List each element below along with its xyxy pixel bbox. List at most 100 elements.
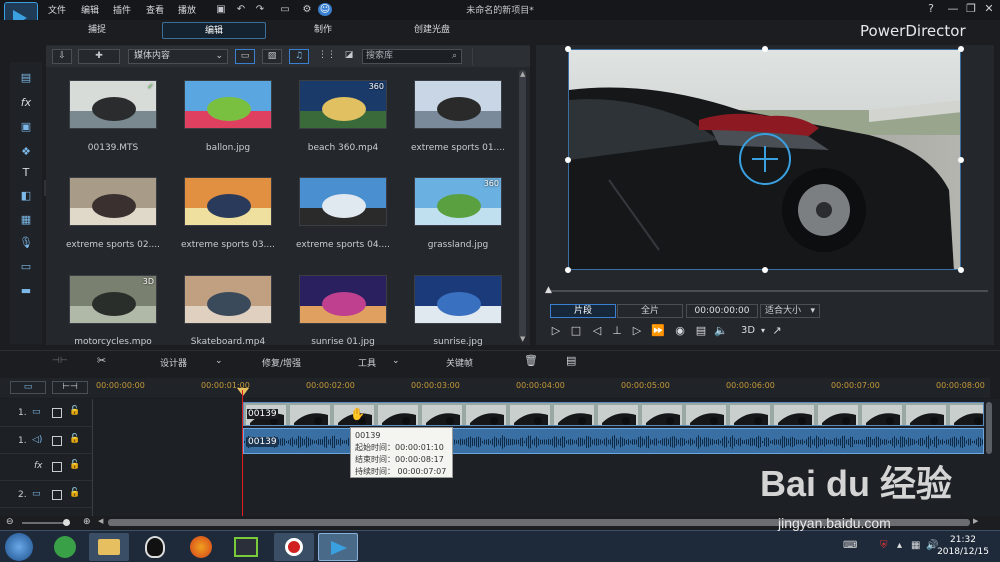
menu-view[interactable]: 查看: [146, 3, 164, 16]
track-enable-checkbox[interactable]: [52, 436, 62, 446]
music-filter-icon[interactable]: ♫: [289, 49, 309, 64]
clip-mode-button[interactable]: 片段: [550, 304, 616, 318]
zoom-in-icon[interactable]: ⊕: [83, 517, 91, 527]
preview-video-frame[interactable]: [568, 49, 961, 270]
explorer-folder-icon[interactable]: [89, 533, 129, 561]
tab-produce[interactable]: 制作: [271, 22, 375, 39]
track-scrollbar[interactable]: [986, 402, 992, 454]
lock-icon[interactable]: 🔓: [69, 460, 80, 470]
chapter-room-icon[interactable]: ▭: [19, 260, 33, 274]
chevron-down-icon[interactable]: ⌄: [215, 356, 223, 366]
chevron-down-icon[interactable]: ▾: [756, 324, 770, 338]
system-clock[interactable]: 21:32 2018/12/15: [930, 534, 996, 558]
library-thumbnail[interactable]: [414, 80, 502, 129]
firefox-icon[interactable]: [190, 536, 212, 558]
resize-handle-bc[interactable]: [762, 267, 768, 273]
undo-icon[interactable]: ↶: [234, 3, 248, 16]
menu-file[interactable]: 文件: [48, 3, 66, 16]
title-room-icon[interactable]: T: [19, 166, 33, 180]
track-manager-icon[interactable]: ⊣⊢: [52, 356, 68, 366]
menu-edit[interactable]: 编辑: [81, 3, 99, 16]
scroll-left-icon[interactable]: ◀: [98, 517, 103, 525]
qq-penguin-icon[interactable]: [145, 536, 165, 558]
voice-over-icon[interactable]: 🎙: [19, 236, 33, 250]
library-thumbnail[interactable]: ✓: [69, 80, 157, 129]
security-icon[interactable]: ⛨: [880, 540, 888, 551]
help-icon[interactable]: ?: [924, 2, 938, 16]
tab-edit[interactable]: 编辑: [162, 22, 266, 39]
tools-menu[interactable]: 工具: [358, 356, 376, 369]
display-ratio-icon[interactable]: ▭: [273, 3, 297, 16]
library-thumbnail[interactable]: [184, 275, 272, 324]
library-thumbnail[interactable]: 3D: [69, 275, 157, 324]
redo-icon[interactable]: ↷: [253, 3, 267, 16]
grid-view-icon[interactable]: ⋮⋮: [318, 49, 336, 64]
library-thumbnail[interactable]: [299, 177, 387, 226]
resize-handle-bl[interactable]: [565, 267, 571, 273]
stop-icon[interactable]: □: [569, 324, 583, 338]
fit-size-select[interactable]: 适合大小 ▾: [760, 304, 820, 318]
library-thumbnail[interactable]: [184, 177, 272, 226]
pip-room-icon[interactable]: ▣: [19, 120, 33, 134]
resize-handle-mr[interactable]: [958, 157, 964, 163]
resize-handle-ml[interactable]: [565, 157, 571, 163]
resize-handle-tl[interactable]: [565, 46, 571, 52]
playhead[interactable]: [242, 390, 243, 516]
audio-mixing-icon[interactable]: ▦: [19, 213, 33, 227]
restore-icon[interactable]: ❐: [964, 2, 978, 16]
video-filter-icon[interactable]: ▭: [235, 49, 255, 64]
app-360-icon[interactable]: [54, 536, 76, 558]
subtitle-icon[interactable]: ▤: [694, 324, 708, 338]
fx-room-icon[interactable]: fx: [19, 96, 33, 110]
import-icon[interactable]: ⇩: [52, 49, 72, 64]
minimize-icon[interactable]: —: [946, 2, 960, 16]
image-filter-icon[interactable]: ▨: [262, 49, 282, 64]
volume-icon[interactable]: 🔈: [714, 324, 728, 338]
transition-room-icon[interactable]: ◧: [19, 189, 33, 203]
media-content-select[interactable]: 媒体内容 ⌄: [128, 49, 228, 64]
network-icon[interactable]: ▦: [911, 540, 920, 551]
tray-expand-icon[interactable]: ▴: [897, 540, 902, 551]
media-player-icon[interactable]: [234, 537, 258, 557]
keyboard-icon[interactable]: ⌨: [843, 540, 857, 551]
menu-plugins[interactable]: 插件: [113, 3, 131, 16]
close-icon[interactable]: ✕: [982, 2, 996, 16]
snapshot-camera-icon[interactable]: ◉: [673, 324, 687, 338]
lock-icon[interactable]: 🔓: [69, 488, 80, 498]
movie-mode-button[interactable]: 全片: [617, 304, 683, 318]
plugin-puzzle-icon[interactable]: ✚: [78, 49, 120, 64]
track-enable-checkbox[interactable]: [52, 462, 62, 472]
seek-slider-icon[interactable]: ▲: [545, 285, 552, 295]
library-search-input[interactable]: 搜索库 ⌕: [362, 49, 462, 64]
account-icon[interactable]: ☺: [318, 3, 332, 16]
fast-forward-icon[interactable]: ⏩: [651, 324, 665, 338]
storyboard-mode-icon[interactable]: ⊢⊣: [52, 381, 88, 394]
thumbnail-size-icon[interactable]: ◪: [342, 49, 356, 64]
tab-create-disc[interactable]: 创建光盘: [380, 22, 484, 39]
timeline-mode-icon[interactable]: ▭: [10, 381, 46, 394]
scroll-up-icon[interactable]: ▲: [520, 70, 525, 78]
split-scissors-icon[interactable]: ✂: [97, 354, 106, 367]
previous-frame-icon[interactable]: ◁: [590, 324, 604, 338]
chevron-down-icon[interactable]: ⌄: [392, 356, 400, 366]
preview-seek-bar[interactable]: ▲: [540, 284, 990, 298]
settings-gear-icon[interactable]: ⚙: [300, 3, 314, 16]
resize-handle-tr[interactable]: [958, 46, 964, 52]
tab-capture[interactable]: 捕捉: [45, 22, 149, 39]
save-icon[interactable]: ▣: [214, 3, 228, 16]
subtitle-room-icon[interactable]: ▬: [19, 284, 33, 298]
particle-room-icon[interactable]: ❖: [19, 145, 33, 159]
timeline-view-icon[interactable]: ▤: [566, 354, 576, 367]
undock-icon[interactable]: ↗: [770, 324, 784, 338]
library-thumbnail[interactable]: [184, 80, 272, 129]
library-thumbnail[interactable]: [299, 275, 387, 324]
scroll-down-icon[interactable]: ▼: [520, 335, 525, 343]
library-thumbnail[interactable]: [414, 275, 502, 324]
media-room-icon[interactable]: ▤: [19, 71, 33, 85]
timecode-display[interactable]: 00:00:00:00: [686, 304, 758, 318]
library-scrollbar[interactable]: [519, 70, 526, 338]
lock-icon[interactable]: 🔓: [69, 434, 80, 444]
zoom-slider-thumb[interactable]: [63, 519, 70, 526]
play-icon[interactable]: ▷: [549, 324, 563, 338]
powerdirector-taskbar-icon[interactable]: [318, 533, 358, 561]
